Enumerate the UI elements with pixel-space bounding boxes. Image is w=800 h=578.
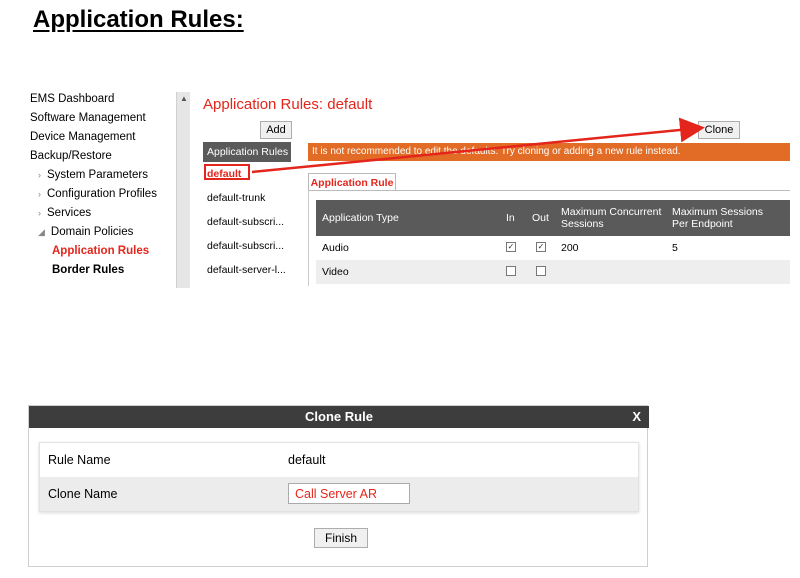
- tab-application-rule[interactable]: Application Rule: [308, 173, 396, 191]
- application-type-cell: Video: [322, 266, 349, 278]
- nav-item-label: Services: [47, 207, 92, 219]
- clone-name-row: Clone Name: [40, 477, 638, 511]
- nav-item-software-management[interactable]: Software Management: [30, 109, 176, 128]
- nav-item-label: Configuration Profiles: [47, 188, 157, 200]
- out-checkbox-video[interactable]: [536, 266, 546, 276]
- sidebar-scrollbar[interactable]: ▲: [176, 92, 190, 288]
- grid-row-video: Video: [316, 260, 790, 284]
- in-checkbox-video[interactable]: [506, 266, 516, 276]
- chevron-right-icon: ›: [38, 189, 41, 199]
- expanded-triangle-icon: ◢: [38, 227, 45, 237]
- clone-name-label: Clone Name: [48, 487, 118, 501]
- warning-banner: It is not recommended to edit the defaul…: [308, 143, 790, 161]
- rule-item-default-subscriber-1[interactable]: default-subscri...: [203, 210, 291, 234]
- rules-list-header: Application Rules: [203, 142, 291, 162]
- column-header-max-concurrent: Maximum Concurrent Sessions: [561, 206, 662, 230]
- rule-name-label: Rule Name: [48, 453, 111, 467]
- nav-item-backup-restore[interactable]: Backup/Restore: [30, 147, 176, 166]
- max-concurrent-cell: 200: [561, 242, 579, 254]
- nav-item-configuration-profiles[interactable]: › Configuration Profiles: [30, 185, 176, 204]
- nav-item-application-rules[interactable]: Application Rules: [30, 242, 176, 261]
- close-icon[interactable]: X: [632, 406, 641, 428]
- rule-item-default-server[interactable]: default-server-l...: [203, 258, 291, 282]
- column-header-in: In: [506, 212, 515, 224]
- nav-item-services[interactable]: › Services: [30, 204, 176, 223]
- application-rule-grid: Application Type In Out Maximum Concurre…: [316, 200, 790, 284]
- nav-item-label: System Parameters: [47, 169, 148, 181]
- selected-rule-highlight: [204, 164, 250, 180]
- column-header-out: Out: [532, 212, 549, 224]
- add-button[interactable]: Add: [260, 121, 292, 139]
- sidebar-nav: EMS Dashboard Software Management Device…: [30, 90, 176, 280]
- nav-item-device-management[interactable]: Device Management: [30, 128, 176, 147]
- page-title: Application Rules: default: [203, 96, 373, 113]
- nav-item-ems-dashboard[interactable]: EMS Dashboard: [30, 90, 176, 109]
- rule-name-value: default: [288, 453, 326, 467]
- clone-rule-form: Rule Name default Clone Name: [39, 442, 639, 512]
- clone-rule-dialog: Clone Rule X Rule Name default Clone Nam…: [28, 405, 649, 567]
- grid-row-audio: Audio ✓ ✓ 200 5: [316, 236, 790, 260]
- grid-header-row: Application Type In Out Maximum Concurre…: [316, 200, 790, 236]
- out-checkbox-audio[interactable]: ✓: [536, 242, 546, 252]
- column-header-type: Application Type: [322, 212, 399, 224]
- clone-button[interactable]: Clone: [698, 121, 740, 139]
- nav-item-border-rules[interactable]: Border Rules: [30, 261, 176, 280]
- document-heading: Application Rules:: [33, 6, 244, 33]
- dialog-title: Clone Rule: [29, 406, 649, 428]
- application-type-cell: Audio: [322, 242, 349, 254]
- chevron-right-icon: ›: [38, 208, 41, 218]
- max-per-endpoint-cell: 5: [672, 242, 678, 254]
- nav-item-label: Domain Policies: [50, 226, 134, 238]
- rules-list: Application Rules default default-trunk …: [203, 142, 291, 282]
- in-checkbox-audio[interactable]: ✓: [506, 242, 516, 252]
- column-header-max-per-endpoint: Maximum Sessions Per Endpoint: [672, 206, 764, 230]
- clone-name-input[interactable]: [288, 483, 410, 504]
- nav-item-domain-policies[interactable]: ◢ Domain Policies: [30, 223, 176, 242]
- scroll-up-icon[interactable]: ▲: [177, 92, 191, 106]
- rule-item-default-trunk[interactable]: default-trunk: [203, 186, 291, 210]
- rule-name-row: Rule Name default: [40, 443, 638, 477]
- rule-item-default-subscriber-2[interactable]: default-subscri...: [203, 234, 291, 258]
- finish-button[interactable]: Finish: [314, 528, 368, 548]
- chevron-right-icon: ›: [38, 170, 41, 180]
- nav-item-system-parameters[interactable]: › System Parameters: [30, 166, 176, 185]
